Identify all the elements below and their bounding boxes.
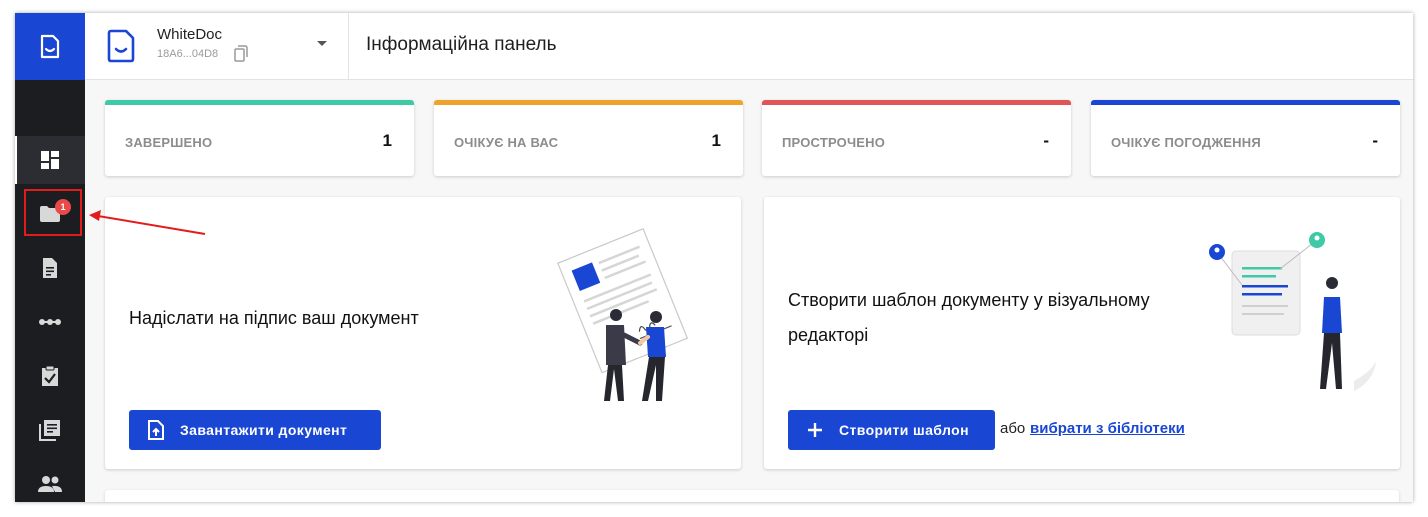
stat-card-overdue[interactable]: ПРОСТРОЧЕНО - bbox=[762, 100, 1071, 176]
stat-card-completed[interactable]: ЗАВЕРШЕНО 1 bbox=[105, 100, 414, 176]
lower-card bbox=[105, 490, 1399, 502]
template-card-title-line2: редакторі bbox=[788, 325, 869, 345]
clipboard-check-icon bbox=[42, 365, 58, 386]
app-window: 1 WhiteDoc 18A6...04D8 Інформаційна пане… bbox=[15, 13, 1413, 502]
stat-card-awaiting-approval[interactable]: ОЧІКУЄ ПОГОДЖЕННЯ - bbox=[1091, 100, 1400, 176]
annotation-highlight-box bbox=[24, 189, 82, 236]
send-card-title: Надіслати на підпис ваш документ bbox=[129, 308, 419, 328]
workflow-dots-icon bbox=[39, 319, 61, 325]
signing-illustration bbox=[557, 228, 689, 401]
sidebar: 1 bbox=[15, 13, 85, 502]
send-document-card: Надіслати на підпис ваш документ Заванта… bbox=[105, 197, 741, 469]
stat-value: - bbox=[1043, 131, 1049, 150]
top-bar: WhiteDoc 18A6...04D8 Інформаційна панель bbox=[85, 13, 1413, 80]
library-icon bbox=[39, 420, 60, 441]
plus-icon bbox=[806, 421, 824, 439]
stat-label: ПРОСТРОЧЕНО bbox=[782, 135, 886, 150]
or-text: або bbox=[1000, 420, 1026, 437]
create-template-button[interactable]: Створити шаблон bbox=[788, 410, 995, 450]
stat-value: 1 bbox=[711, 131, 721, 150]
org-doc-icon bbox=[107, 29, 135, 63]
upload-file-icon bbox=[147, 420, 165, 440]
stat-label: ОЧІКУЄ ПОГОДЖЕННЯ bbox=[1111, 135, 1261, 150]
stat-color-bar bbox=[1091, 100, 1400, 105]
sidebar-item-workflows[interactable] bbox=[15, 298, 85, 346]
stat-color-bar bbox=[434, 100, 743, 105]
sidebar-item-users[interactable] bbox=[15, 460, 85, 502]
app-logo[interactable] bbox=[15, 13, 85, 80]
document-icon bbox=[43, 258, 57, 278]
sidebar-item-documents[interactable] bbox=[15, 244, 85, 292]
stat-card-awaiting-you[interactable]: ОЧІКУЄ НА ВАС 1 bbox=[434, 100, 743, 176]
stat-color-bar bbox=[762, 100, 1071, 105]
stat-label: ОЧІКУЄ НА ВАС bbox=[454, 135, 559, 150]
stat-value: - bbox=[1372, 131, 1378, 150]
sidebar-item-library[interactable] bbox=[15, 406, 85, 454]
org-name: WhiteDoc bbox=[157, 26, 223, 43]
copy-icon[interactable] bbox=[234, 45, 248, 62]
upload-button-label: Завантажити документ bbox=[180, 422, 348, 438]
choose-from-library-link[interactable]: вибрати з бібліотеки bbox=[1030, 420, 1185, 437]
page-title: Інформаційна панель bbox=[366, 34, 557, 55]
stat-label: ЗАВЕРШЕНО bbox=[125, 135, 213, 150]
users-icon bbox=[38, 476, 62, 492]
chevron-down-icon[interactable] bbox=[317, 41, 327, 46]
sidebar-item-dashboard[interactable] bbox=[15, 136, 85, 184]
org-id: 18A6...04D8 bbox=[157, 48, 219, 60]
template-card-title-line1: Створити шаблон документу у візуальному bbox=[788, 290, 1150, 310]
create-template-label: Створити шаблон bbox=[839, 422, 969, 438]
organization-switcher[interactable]: WhiteDoc 18A6...04D8 bbox=[85, 13, 349, 80]
dashboard-icon bbox=[41, 151, 59, 169]
stat-color-bar bbox=[105, 100, 414, 105]
logo-icon bbox=[40, 34, 60, 58]
sidebar-item-tasks[interactable] bbox=[15, 352, 85, 400]
template-illustration bbox=[1209, 232, 1376, 391]
create-template-card: Створити шаблон документу у візуальному … bbox=[764, 197, 1400, 469]
stat-value: 1 bbox=[382, 131, 392, 150]
upload-document-button[interactable]: Завантажити документ bbox=[129, 410, 381, 450]
